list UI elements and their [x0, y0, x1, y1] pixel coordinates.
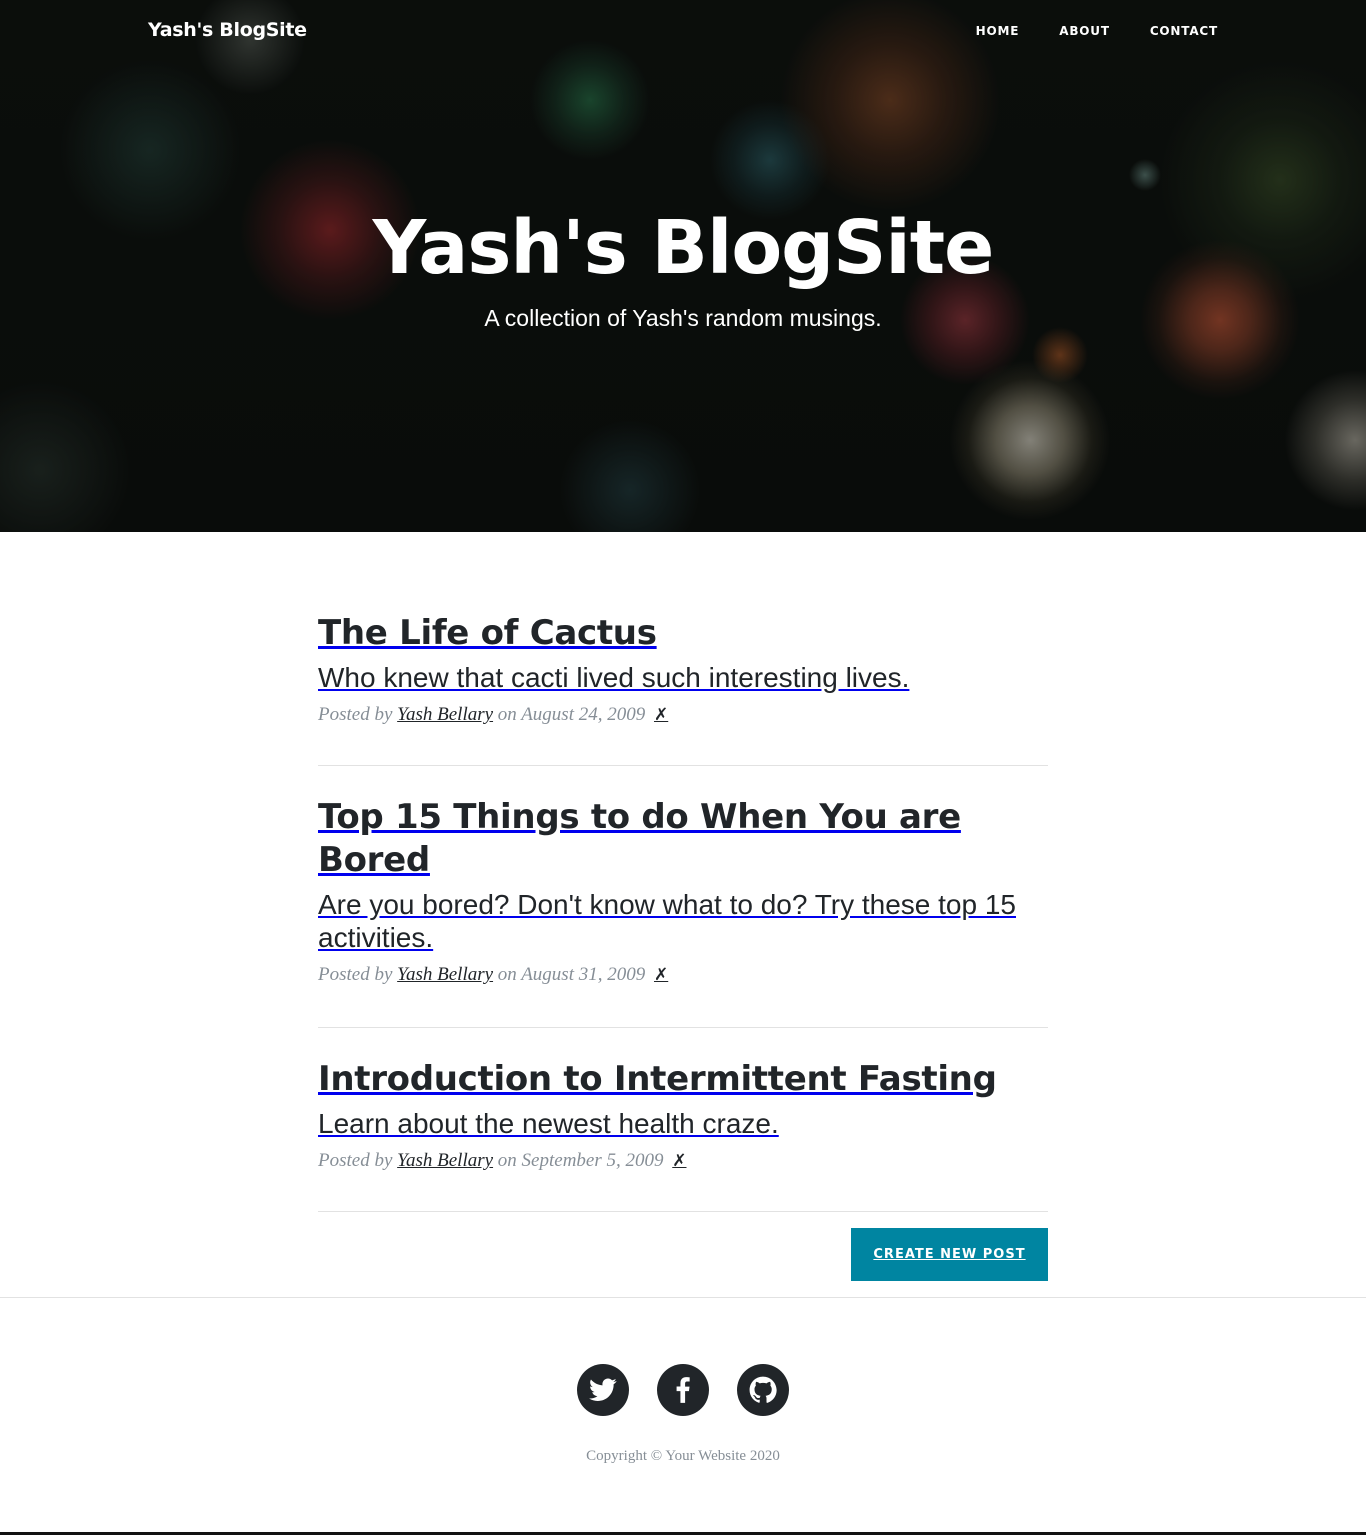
posted-by-label: Posted by	[318, 704, 393, 725]
create-new-post-button[interactable]: CREATE NEW POST	[851, 1228, 1048, 1281]
post-preview: Introduction to Intermittent Fasting Lea…	[318, 1058, 1048, 1172]
post-meta: Posted by Yash Bellary on August 31, 200…	[318, 964, 1048, 986]
twitter-icon	[589, 1378, 617, 1401]
post-subtitle: Who knew that cacti lived such interesti…	[318, 662, 910, 693]
post-divider	[318, 1211, 1048, 1212]
post-title: The Life of Cactus	[318, 613, 657, 653]
post-meta: Posted by Yash Bellary on September 5, 2…	[318, 1150, 1048, 1172]
post-date: on August 31, 2009	[497, 964, 646, 985]
post-title: Introduction to Intermittent Fasting	[318, 1059, 997, 1099]
brand-link[interactable]: Yash's BlogSite	[148, 19, 307, 41]
posted-by-label: Posted by	[318, 1150, 393, 1171]
post-divider	[318, 765, 1048, 766]
delete-post-icon[interactable]: ✗	[654, 705, 668, 724]
twitter-link[interactable]	[577, 1364, 629, 1416]
post-link[interactable]: Introduction to Intermittent Fasting Lea…	[318, 1058, 1048, 1140]
facebook-icon	[676, 1377, 690, 1403]
nav-contact-link[interactable]: CONTACT	[1150, 24, 1218, 38]
post-meta: Posted by Yash Bellary on August 24, 200…	[318, 704, 1048, 726]
footer-divider	[0, 1297, 1366, 1298]
post-subtitle: Are you bored? Don't know what to do? Tr…	[318, 889, 1016, 953]
facebook-link[interactable]	[657, 1364, 709, 1416]
post-link[interactable]: The Life of Cactus Who knew that cacti l…	[318, 612, 1048, 694]
author-link[interactable]: Yash Bellary	[397, 1150, 493, 1171]
post-subtitle: Learn about the newest health craze.	[318, 1108, 779, 1139]
post-date: on September 5, 2009	[497, 1150, 664, 1171]
post-preview: The Life of Cactus Who knew that cacti l…	[318, 612, 1048, 726]
nav-links: HOME ABOUT CONTACT	[976, 24, 1218, 38]
post-date: on August 24, 2009	[497, 704, 646, 725]
author-link[interactable]: Yash Bellary	[397, 704, 493, 725]
post-divider	[318, 1027, 1048, 1028]
delete-post-icon[interactable]: ✗	[672, 1151, 686, 1170]
post-link[interactable]: Top 15 Things to do When You are Bored A…	[318, 796, 1048, 954]
navbar: Yash's BlogSite HOME ABOUT CONTACT	[0, 0, 1366, 66]
author-link[interactable]: Yash Bellary	[397, 964, 493, 985]
post-title: Top 15 Things to do When You are Bored	[318, 797, 961, 880]
github-icon	[749, 1376, 777, 1403]
site-heading: Yash's BlogSite	[372, 205, 995, 291]
posted-by-label: Posted by	[318, 964, 393, 985]
nav-about-link[interactable]: ABOUT	[1059, 24, 1110, 38]
github-link[interactable]	[737, 1364, 789, 1416]
social-links	[577, 1364, 789, 1416]
copyright-text: Copyright © Your Website 2020	[586, 1448, 780, 1464]
post-preview: Top 15 Things to do When You are Bored A…	[318, 796, 1048, 986]
nav-home-link[interactable]: HOME	[976, 24, 1020, 38]
site-subheading: A collection of Yash's random musings.	[484, 305, 882, 331]
delete-post-icon[interactable]: ✗	[654, 965, 668, 984]
